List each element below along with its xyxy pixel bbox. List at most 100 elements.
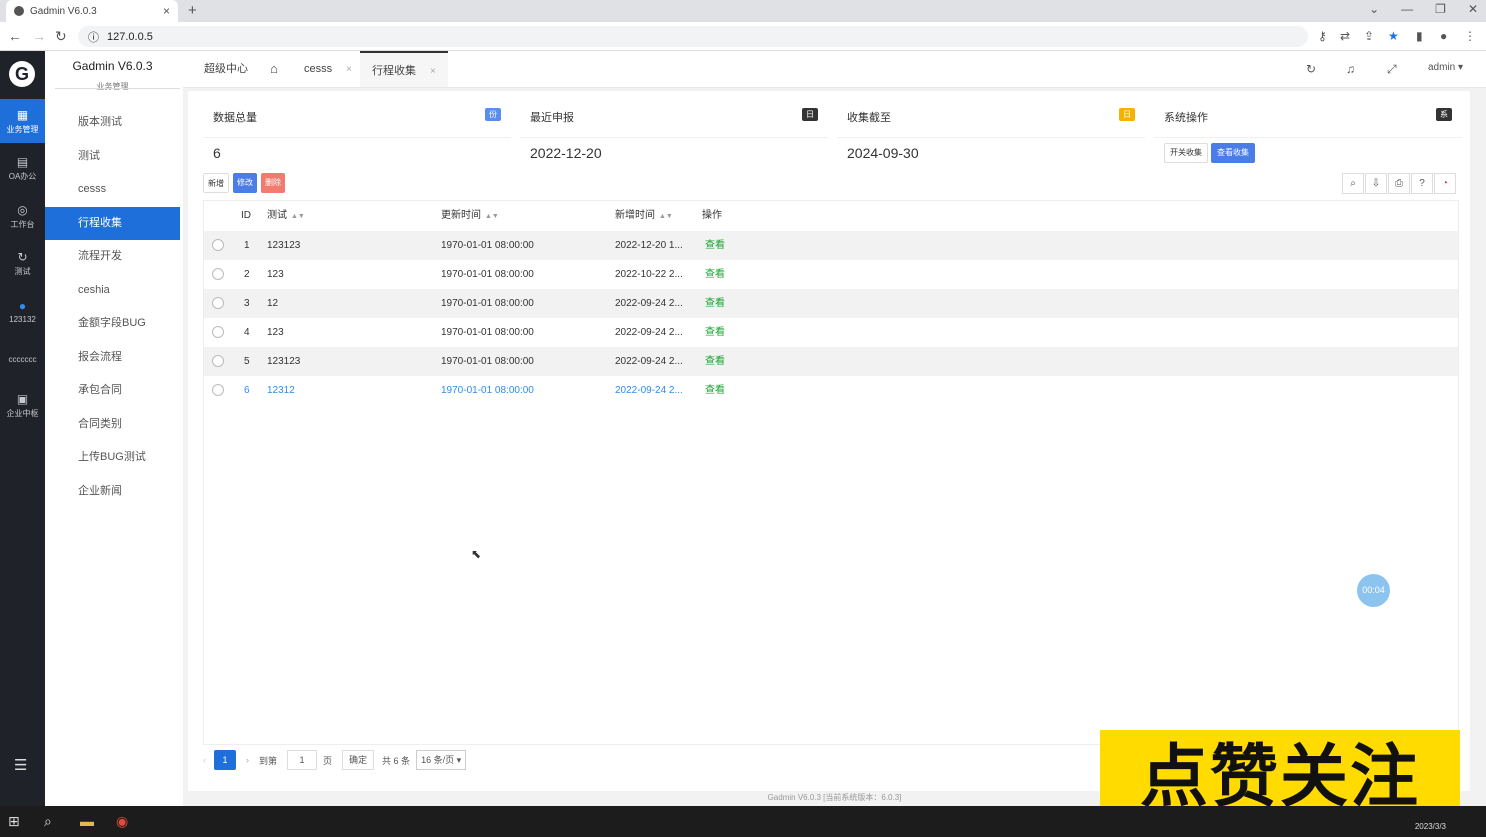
table-row[interactable]: 3 12 1970-01-01 08:00:00 2022-09-24 2...… [204, 289, 1458, 318]
minimize-icon[interactable]: — [1401, 2, 1413, 16]
restore-icon[interactable]: ❐ [1435, 2, 1446, 16]
sidebar-item-meeting-flow[interactable]: 报会流程 [45, 341, 180, 374]
toggle-collection-button[interactable]: 开关收集 [1164, 143, 1208, 163]
close-tab-icon[interactable]: × [346, 64, 352, 75]
table-row[interactable]: 6 12312 1970-01-01 08:00:00 2022-09-24 2… [204, 376, 1458, 405]
view-link[interactable]: 查看 [705, 231, 725, 260]
view-collection-button[interactable]: 查看收集 [1211, 143, 1255, 163]
table-row[interactable]: 5 123123 1970-01-01 08:00:00 2022-09-24 … [204, 347, 1458, 376]
chrome-icon[interactable]: ◉ [116, 813, 128, 830]
gauge-icon[interactable]: ◔ [1434, 173, 1456, 194]
sidebar-item-contract[interactable]: 承包合同 [45, 374, 180, 407]
sidebar-item-upload-bug[interactable]: 上传BUG测试 [45, 441, 180, 474]
table-row[interactable]: 2 123 1970-01-01 08:00:00 2022-10-22 2..… [204, 260, 1458, 289]
help-icon[interactable]: ? [1411, 173, 1433, 194]
sort-icon[interactable]: ▲▼ [485, 213, 499, 220]
module-label: 测试 [14, 266, 31, 276]
search-icon[interactable]: ⌕ [44, 813, 52, 830]
translate-icon[interactable]: ⇄ [1340, 29, 1350, 43]
module-test[interactable]: ↻ 测试 [0, 241, 45, 285]
sidebar-item-contract-category[interactable]: 合同类别 [45, 408, 180, 441]
view-link[interactable]: 查看 [705, 376, 725, 405]
home-icon[interactable]: ⌂ [270, 51, 278, 87]
cell-created: 2022-09-24 2... [615, 327, 683, 338]
tab-search-icon[interactable]: ⌄ [1369, 2, 1379, 16]
tab-cesss[interactable]: cesss × [304, 51, 352, 87]
bell-icon[interactable]: ♫ [1346, 62, 1355, 76]
bookmark-star-icon[interactable]: ★ [1388, 29, 1399, 43]
file-explorer-icon[interactable]: ▬ [80, 813, 94, 829]
browser-tab[interactable]: Gadmin V6.0.3 × [6, 0, 178, 22]
header-created[interactable]: 新增时间 ▲▼ [615, 201, 673, 231]
chevron-down-icon: ▾ [456, 755, 462, 765]
search-icon[interactable]: ⌕ [1342, 173, 1364, 194]
module-oa[interactable]: ▤ OA办公 [0, 146, 45, 190]
back-icon[interactable]: ← [8, 28, 22, 44]
view-link[interactable]: 查看 [705, 347, 725, 376]
print-icon[interactable]: ⎙ [1388, 173, 1410, 194]
sidebar-item-ceshia[interactable]: ceshia [45, 274, 180, 307]
close-tab-icon[interactable]: × [430, 66, 436, 77]
close-window-icon[interactable]: ✕ [1468, 2, 1478, 16]
view-link[interactable]: 查看 [705, 318, 725, 347]
collapse-menu-icon[interactable]: ☰ [14, 756, 27, 774]
current-page[interactable]: 1 [214, 750, 236, 770]
row-radio[interactable] [212, 355, 224, 367]
cell-test: 123123 [267, 240, 301, 251]
refresh-icon[interactable]: ↻ [1306, 62, 1316, 76]
side-panel-icon[interactable]: ▮ [1416, 29, 1423, 43]
windows-start-icon[interactable]: ⊞ [8, 813, 20, 830]
view-link[interactable]: 查看 [705, 260, 725, 289]
view-link[interactable]: 查看 [705, 289, 725, 318]
sidebar-item-trip-collection[interactable]: 行程收集 [45, 207, 180, 240]
module-ccccccc[interactable]: ccccccc [0, 337, 45, 381]
forward-icon[interactable]: → [32, 28, 46, 44]
tab-super-center[interactable]: 超级中心 [204, 51, 248, 87]
sidebar-item-news[interactable]: 企业新闻 [45, 475, 180, 508]
goto-confirm-button[interactable]: 确定 [342, 750, 375, 770]
header-updated[interactable]: 更新时间 ▲▼ [441, 201, 499, 231]
row-radio[interactable] [212, 384, 224, 396]
export-icon[interactable]: ⇩ [1365, 173, 1387, 194]
table-row[interactable]: 4 123 1970-01-01 08:00:00 2022-09-24 2..… [204, 318, 1458, 347]
table-row[interactable]: 1 123123 1970-01-01 08:00:00 2022-12-20 … [204, 231, 1458, 260]
profile-icon[interactable]: ● [1440, 29, 1447, 43]
new-tab-icon[interactable]: + [188, 2, 197, 19]
edit-button[interactable]: 修改 [233, 173, 257, 193]
sidebar-item-amount-bug[interactable]: 金额字段BUG [45, 307, 180, 340]
row-radio[interactable] [212, 297, 224, 309]
tab-trip-collection[interactable]: 行程收集 × [360, 51, 448, 87]
cell-id: 2 [244, 269, 250, 280]
sidebar-item-cesss[interactable]: cesss [45, 173, 180, 206]
module-business[interactable]: ▦ 业务管理 [0, 99, 45, 143]
header-test[interactable]: 测试 ▲▼ [267, 201, 305, 231]
close-tab-icon[interactable]: × [163, 4, 170, 18]
user-menu[interactable]: admin ▾ [1428, 62, 1463, 73]
reload-icon[interactable]: ↻ [55, 28, 67, 45]
row-radio[interactable] [212, 326, 224, 338]
sidebar-item-process-dev[interactable]: 流程开发 [45, 240, 180, 273]
prev-page-icon[interactable]: ‹ [203, 755, 206, 765]
site-info-icon[interactable]: ⓘ [88, 29, 99, 45]
sidebar-item-version-test[interactable]: 版本测试 [45, 106, 180, 139]
add-button[interactable]: 新增 [203, 173, 229, 193]
table-header: ID 测试 ▲▼ 更新时间 ▲▼ 新增时间 ▲▼ 操作 [204, 201, 1458, 231]
share-icon[interactable]: ⇪ [1364, 29, 1374, 43]
sidebar-item-test[interactable]: 测试 [45, 140, 180, 173]
browser-menu-icon[interactable]: ⋮ [1464, 29, 1476, 43]
fullscreen-icon[interactable]: ⤢ [1387, 62, 1397, 77]
cell-test: 12312 [267, 385, 295, 396]
module-workbench[interactable]: ◎ 工作台 [0, 194, 45, 238]
module-enterprise[interactable]: ▣ 企业中枢 [0, 383, 45, 427]
next-page-icon[interactable]: › [246, 755, 249, 765]
module-123132[interactable]: ● 123132 [0, 289, 45, 333]
goto-page-input[interactable]: 1 [287, 750, 318, 770]
row-radio[interactable] [212, 239, 224, 251]
sort-icon[interactable]: ▲▼ [659, 213, 673, 220]
row-radio[interactable] [212, 268, 224, 280]
sort-icon[interactable]: ▲▼ [291, 213, 305, 220]
key-icon[interactable]: ⚷ [1318, 29, 1327, 43]
delete-button[interactable]: 删除 [261, 173, 285, 193]
url-field[interactable]: ⓘ 127.0.0.5 [78, 26, 1308, 47]
page-size-select[interactable]: 16 条/页 ▾ [416, 750, 467, 770]
